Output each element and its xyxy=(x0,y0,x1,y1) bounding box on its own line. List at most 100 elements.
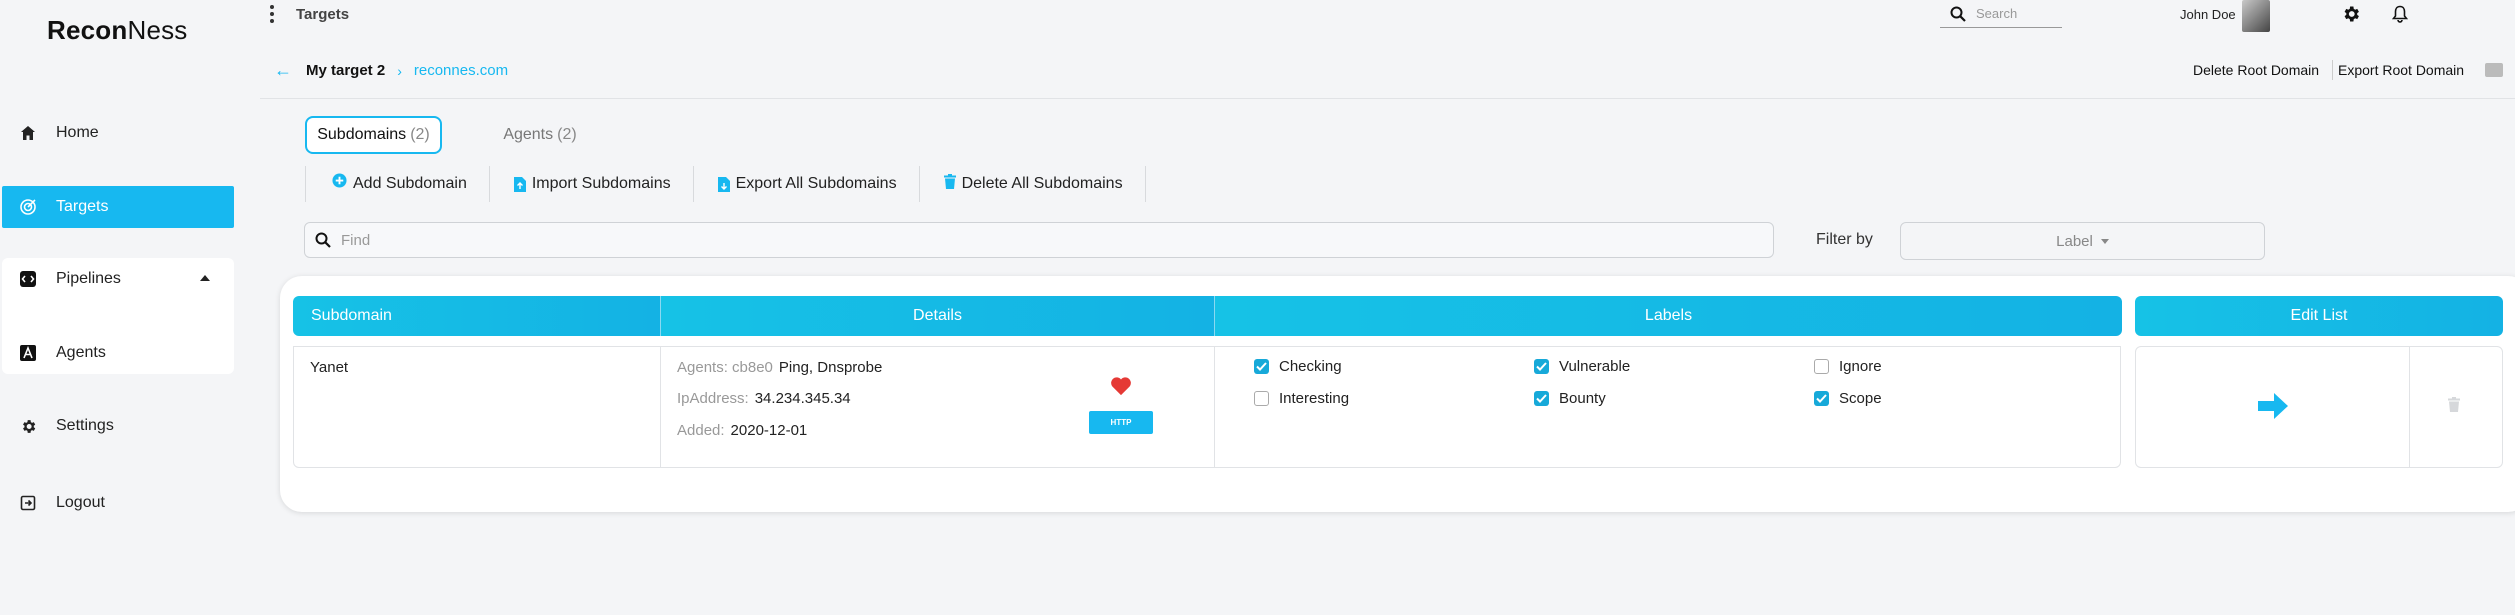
sidebar-item-logout[interactable]: Logout xyxy=(2,482,234,524)
sidebar-item-label: Targets xyxy=(56,198,109,215)
trash-icon xyxy=(943,173,956,189)
add-circle-icon xyxy=(332,172,347,188)
sidebar-item-pipelines[interactable]: Pipelines xyxy=(2,258,234,300)
delete-all-subdomains-button[interactable]: Delete All Subdomains xyxy=(920,166,1146,202)
agent-icon xyxy=(18,343,38,363)
divider xyxy=(260,98,2515,99)
sidebar-item-label: Logout xyxy=(56,494,105,511)
label-name: Checking xyxy=(1279,358,1342,375)
label-checkbox-scope[interactable]: Scope xyxy=(1814,390,1882,407)
subdomain-action-bar: Add Subdomain Import Subdomains Export A… xyxy=(305,166,1146,202)
find-placeholder: Find xyxy=(341,231,371,249)
detail-ip-value: 34.234.345.34 xyxy=(754,390,851,407)
chat-icon[interactable] xyxy=(2485,63,2503,77)
tab-agents[interactable]: Agents (2) xyxy=(495,116,585,154)
sidebar-item-targets[interactable]: Targets xyxy=(2,186,234,228)
delete-all-subdomains-label: Delete All Subdomains xyxy=(961,175,1123,192)
label-checkbox-interesting[interactable]: Interesting xyxy=(1254,390,1349,407)
detail-agents-key: Agents: cb8e0 xyxy=(677,359,773,376)
breadcrumb: ← My target 2 › reconnes.com xyxy=(274,60,508,81)
gear-icon xyxy=(18,416,38,436)
label-filter-value: Label xyxy=(2056,232,2093,250)
label-checkbox-bounty[interactable]: Bounty xyxy=(1534,390,1606,407)
breadcrumb-root-domain[interactable]: reconnes.com xyxy=(414,62,508,79)
home-icon xyxy=(18,123,38,143)
detail-added-key: Added: xyxy=(677,422,725,439)
label-checkbox-vulnerable[interactable]: Vulnerable xyxy=(1534,358,1630,375)
sidebar-item-home[interactable]: Home xyxy=(2,112,234,154)
logout-icon xyxy=(18,493,38,513)
http-button[interactable]: HTTP xyxy=(1089,411,1153,434)
sidebar: ReconNess Home Targets Pipelines Agents xyxy=(0,0,245,615)
export-root-domain-button[interactable]: Export Root Domain xyxy=(2331,60,2464,80)
gear-icon[interactable] xyxy=(2339,2,2363,26)
tab-count: (2) xyxy=(557,126,577,143)
column-header-labels: Labels xyxy=(1214,296,2122,336)
add-subdomain-label: Add Subdomain xyxy=(353,175,467,192)
find-input[interactable]: Find xyxy=(304,222,1774,258)
detail-ip-key: IpAddress: xyxy=(677,390,749,407)
label-filter-select[interactable]: Label xyxy=(1900,222,2265,260)
export-all-subdomains-label: Export All Subdomains xyxy=(735,175,897,192)
detail-agents: Agents: cb8e0 Ping, Dnsprobe xyxy=(677,359,882,376)
checkbox-checked-icon xyxy=(1814,391,1829,406)
cell-divider xyxy=(660,346,661,468)
tab-label: Subdomains xyxy=(317,126,407,143)
sidebar-group-pipelines: Pipelines Agents xyxy=(2,258,234,374)
checkbox-unchecked-icon xyxy=(1814,359,1829,374)
subdomain-name[interactable]: Yanet xyxy=(310,359,348,376)
checkbox-unchecked-icon xyxy=(1254,391,1269,406)
trash-icon[interactable] xyxy=(2448,397,2460,417)
arrow-right-icon[interactable] xyxy=(2258,392,2288,425)
heart-icon[interactable] xyxy=(1110,376,1132,401)
edit-list-button[interactable]: Edit List xyxy=(2135,296,2503,336)
label-name: Scope xyxy=(1839,390,1882,407)
detail-added: Added: 2020-12-01 xyxy=(677,422,807,439)
checkbox-checked-icon xyxy=(1534,391,1549,406)
sidebar-item-label: Agents xyxy=(56,344,106,361)
bell-icon[interactable] xyxy=(2388,2,2412,26)
app-logo[interactable]: ReconNess xyxy=(47,15,188,46)
arrow-back-icon[interactable]: ← xyxy=(274,60,292,81)
user-name[interactable]: John Doe xyxy=(2180,7,2236,22)
detail-ip: IpAddress: 34.234.345.34 xyxy=(677,390,851,407)
caret-down-icon xyxy=(2100,238,2109,244)
import-subdomains-label: Import Subdomains xyxy=(531,175,671,192)
cell-divider xyxy=(1214,346,1215,468)
label-name: Ignore xyxy=(1839,358,1882,375)
file-upload-icon xyxy=(513,176,526,192)
tab-subdomains[interactable]: Subdomains (2) xyxy=(305,116,442,154)
label-name: Vulnerable xyxy=(1559,358,1631,375)
import-subdomains-button[interactable]: Import Subdomains xyxy=(490,166,694,202)
filter-by-label: Filter by xyxy=(1816,231,1873,248)
breadcrumb-target[interactable]: My target 2 xyxy=(306,62,385,79)
sidebar-item-label: Home xyxy=(56,124,99,141)
add-subdomain-button[interactable]: Add Subdomain xyxy=(305,166,490,202)
caret-up-icon[interactable] xyxy=(200,275,210,281)
sidebar-item-agents[interactable]: Agents xyxy=(2,332,234,374)
search-icon xyxy=(315,232,331,248)
label-checkbox-ignore[interactable]: Ignore xyxy=(1814,358,1882,375)
detail-agents-value: Ping, Dnsprobe xyxy=(778,359,883,376)
export-all-subdomains-button[interactable]: Export All Subdomains xyxy=(694,166,920,202)
search-input[interactable]: Search xyxy=(1940,0,2062,28)
page-title: Targets xyxy=(296,6,350,23)
sidebar-item-label: Pipelines xyxy=(56,270,121,287)
more-vert-icon[interactable] xyxy=(265,2,279,26)
sidebar-item-settings[interactable]: Settings xyxy=(2,405,234,447)
label-checkbox-checking[interactable]: Checking xyxy=(1254,358,1342,375)
column-header-details: Details xyxy=(660,296,1214,336)
sidebar-item-label: Settings xyxy=(56,417,114,434)
checkbox-checked-icon xyxy=(1254,359,1269,374)
detail-added-value: 2020-12-01 xyxy=(730,422,808,439)
column-header-subdomain: Subdomain xyxy=(293,296,660,336)
search-placeholder: Search xyxy=(1976,6,2018,21)
avatar[interactable] xyxy=(2242,0,2270,32)
label-name: Interesting xyxy=(1279,390,1350,407)
delete-root-domain-button[interactable]: Delete Root Domain xyxy=(2193,62,2319,78)
tab-count: (2) xyxy=(410,126,430,143)
pipeline-icon xyxy=(18,269,38,289)
file-download-icon xyxy=(717,176,730,192)
cell-divider xyxy=(2409,346,2410,468)
top-bar: Targets xyxy=(245,0,2515,30)
